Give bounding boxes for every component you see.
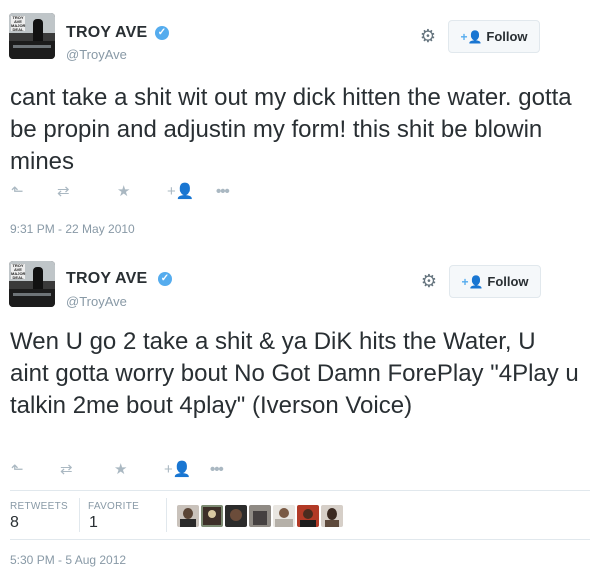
follow-button[interactable]: +👤 Follow [449,265,541,298]
gear-icon[interactable]: ⚙ [420,272,438,290]
avatar[interactable]: TROY AVE MAJOR DEAL [9,261,55,307]
tweet-actions: ⬑ ⇄ ★ +👤 ••• [0,462,300,478]
verified-badge-icon: ✓ [158,272,172,286]
display-name[interactable]: TROY AVE [66,270,147,288]
tweet-card: TROY AVE MAJOR DEAL TROY AVE ✓ @TroyAve … [0,0,600,567]
follow-icon[interactable]: +👤 [164,462,191,478]
avatar[interactable] [201,505,223,527]
more-icon[interactable]: ••• [210,462,224,478]
favorites-label: FAVORITE [88,501,140,512]
timestamp[interactable]: 5:30 PM - 5 Aug 2012 [10,553,126,567]
avatar[interactable] [297,505,319,527]
reply-icon[interactable]: ⬑ [11,462,24,478]
favorited-by-avatars [177,505,347,527]
follow-button-label: Follow [487,274,529,289]
divider [10,539,590,540]
favorite-icon[interactable]: ★ [114,462,127,478]
avatar[interactable] [225,505,247,527]
tweet-text: Wen U go 2 take a shit & ya DiK hits the… [10,328,579,419]
retweets-count[interactable]: 8 [10,514,19,532]
retweets-label: RETWEETS [10,501,68,512]
username-handle[interactable]: @TroyAve [66,294,127,309]
avatar[interactable] [321,505,343,527]
avatar[interactable] [249,505,271,527]
avatar-sign: TROY AVE MAJOR DEAL [11,263,26,280]
avatar[interactable] [273,505,295,527]
divider [10,490,590,491]
favorites-count[interactable]: 1 [89,514,98,532]
retweet-icon[interactable]: ⇄ [60,462,73,478]
follow-person-icon: +👤 [461,275,484,289]
avatar[interactable] [177,505,199,527]
